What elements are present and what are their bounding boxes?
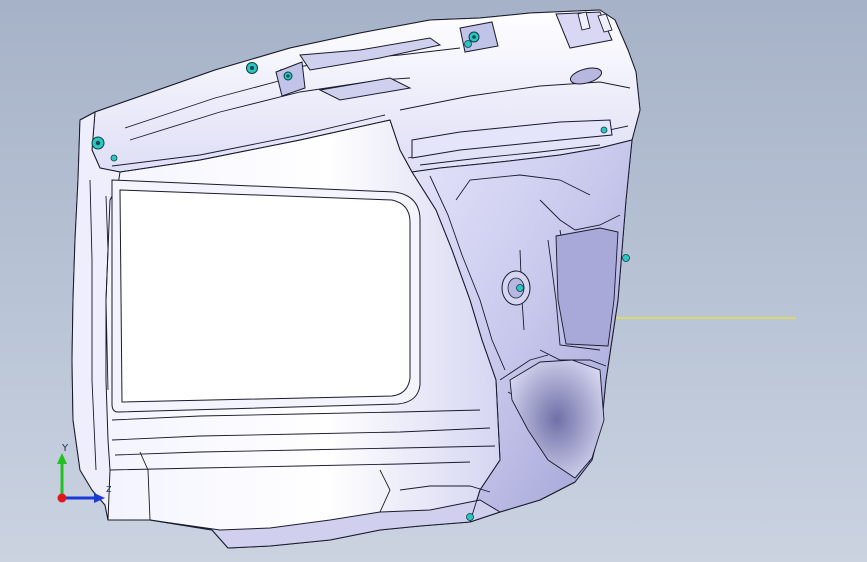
triad-y-label: Y [62,443,69,454]
view-triad[interactable]: Y Z [48,440,118,510]
fastener-icon[interactable] [464,40,472,48]
window-recess[interactable] [111,179,421,413]
fastener-icon[interactable] [516,284,524,292]
side-boss [501,270,531,306]
side-opening [555,227,619,347]
part-scene[interactable] [0,0,867,562]
fastener-icon[interactable] [468,31,480,43]
fastener-icon[interactable] [246,62,258,74]
recess-panel [119,189,411,403]
triad-graphic [57,453,105,503]
fastener-icon[interactable] [283,71,293,81]
fastener-icon[interactable] [91,136,105,150]
fastener-icon[interactable] [600,126,608,134]
fastener-icon[interactable] [622,254,630,262]
graphics-viewport[interactable]: Y Z [0,0,867,562]
fastener-icon[interactable] [466,513,474,521]
triad-z-label: Z [106,485,112,494]
fastener-icon[interactable] [110,154,118,162]
